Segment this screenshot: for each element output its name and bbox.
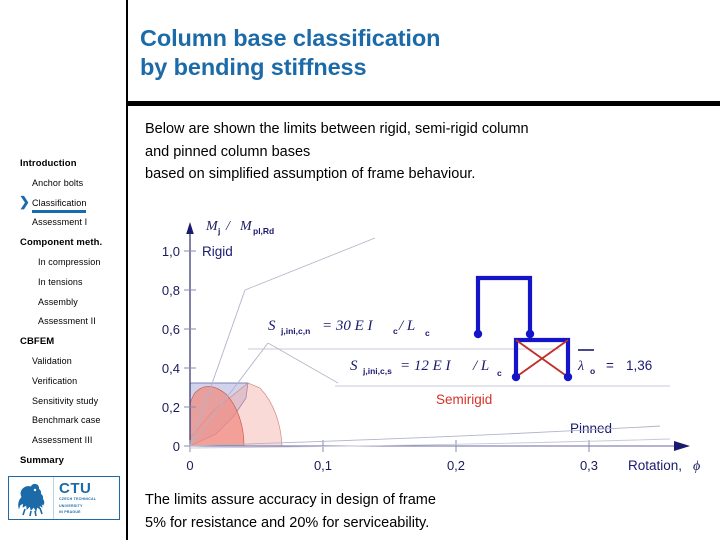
intro-line2: and pinned column bases (145, 143, 311, 160)
sway-frame-pin-right (525, 329, 535, 339)
y-tick-label: 0,8 (162, 283, 180, 298)
logo-subtitle-line1: CZECH TECHNICAL (59, 497, 97, 502)
x-tick-label: 0,2 (447, 458, 465, 473)
y-tick-label: 0,4 (162, 361, 180, 376)
x-tick-label: 0 (186, 458, 193, 473)
logo-acronym: CTU (59, 479, 92, 497)
formula-tail-sub-2: c (497, 368, 502, 378)
chevron-right-icon: ❯ (19, 193, 30, 209)
sidebar-item-verification[interactable]: Verification (0, 370, 126, 390)
sidebar-item-label: Summary (20, 454, 64, 466)
zone-label-pinned: Pinned (570, 421, 612, 436)
intro-text: Below are shown the limits between rigid… (145, 118, 705, 186)
conclusion-line1: The limits assure accuracy in design of … (145, 492, 436, 508)
sidebar-item-sensitivity-study[interactable]: Sensitivity study (0, 390, 126, 410)
sidebar-item-validation[interactable]: Validation (0, 350, 126, 370)
x-tick-label: 0,1 (314, 458, 332, 473)
conclusion-text: The limits assure accuracy in design of … (145, 489, 705, 534)
formula-tail-2: / L (472, 358, 489, 374)
formula-sway: S j,ini,c,n = 30 E I c / L c (268, 318, 430, 338)
page-title-line2: by bending stiffness (140, 54, 367, 80)
page-title: Column base classification by bending st… (140, 24, 700, 82)
y-axis-label-m-sub: j (217, 226, 220, 236)
x-axis-label-symbol: ϕ (693, 459, 700, 474)
logo-subtitle-line2: UNIVERSITY (59, 503, 83, 508)
y-axis-label-sep: / (225, 219, 231, 234)
intro-line3: based on simplified assumption of frame … (145, 166, 476, 182)
sidebar-item-benchmark-case[interactable]: Benchmark case (0, 409, 126, 429)
logo-text-block: CTU CZECH TECHNICAL UNIVERSITY IN PRAGUE (54, 481, 96, 515)
formula-braced: S j,ini,c,s = 12 E I / L c (350, 358, 502, 378)
sidebar-item-in-compression[interactable]: In compression (0, 251, 126, 271)
y-tick-label: 0,2 (162, 400, 180, 415)
formula-rest-2: = 12 E I (400, 358, 452, 374)
x-axis-arrow (674, 441, 690, 451)
x-axis-tick-labels: 0 0,1 0,2 0,3 (186, 458, 598, 473)
lambda-value: 1,36 (626, 358, 652, 373)
y-axis-label-den: M (239, 219, 253, 234)
y-axis-label-den-sub: pl,Rd (253, 226, 274, 236)
lambda-symbol: λ (577, 359, 584, 374)
sidebar-item-cbfem[interactable]: CBFEM (0, 330, 126, 350)
lambda-subscript: o (590, 366, 595, 376)
zone-label-rigid: Rigid (202, 244, 233, 259)
sidebar-item-label: Classification (32, 196, 87, 213)
sidebar-item-introduction[interactable]: Introduction (0, 152, 126, 172)
y-axis-label: M j / M pl,Rd (205, 219, 274, 236)
sidebar-item-assembly[interactable]: Assembly (0, 291, 126, 311)
intro-line1: Below are shown the limits between rigid… (145, 121, 529, 137)
formula-sub-1: j,ini,c,n (280, 326, 310, 336)
x-tick-label: 0,3 (580, 458, 598, 473)
conclusion-line2: 5% for resistance and 20% for serviceabi… (145, 514, 430, 531)
formula-rest-1: = 30 E I (322, 318, 374, 334)
leader-line-top (244, 237, 376, 291)
braced-frame-icon (511, 337, 573, 382)
formula-tail-sub-1: c (425, 328, 430, 338)
formula-sub-2: j,ini,c,s (362, 366, 392, 376)
classification-chart: 0 0,2 0,4 0,6 0,8 1,0 0 0,1 0,2 0,3 Rota… (150, 198, 720, 483)
lion-emblem-icon (9, 477, 54, 519)
y-axis-arrow (186, 222, 194, 234)
sway-frame-icon (475, 275, 533, 337)
y-tick-label: 0 (173, 439, 180, 454)
x-axis-label: Rotation, ϕ (628, 458, 700, 474)
sidebar-item-assessment-i[interactable]: Assessment I (0, 211, 126, 231)
page-title-line1: Column base classification (140, 25, 441, 51)
sidebar-item-anchor-bolts[interactable]: Anchor bolts (0, 172, 126, 192)
sidebar-item-classification[interactable]: ❯ Classification (0, 192, 126, 213)
logo-subtitle-line3: IN PRAGUE (59, 510, 81, 515)
formula-rest-sub-1: c (393, 326, 398, 336)
zone-label-semirigid: Semirigid (436, 392, 492, 407)
formula-tail-1: / L (398, 318, 415, 334)
slenderness-annotation: λ o = 1,36 (577, 349, 652, 376)
y-axis-tick-labels: 0 0,2 0,4 0,6 0,8 1,0 (162, 244, 180, 454)
sidebar-item-assessment-ii[interactable]: Assessment II (0, 310, 126, 330)
sway-frame-pin-left (473, 329, 483, 339)
sidebar-item-summary[interactable]: Summary (0, 449, 126, 469)
x-axis-label-text: Rotation, (628, 458, 682, 473)
sidebar: Introduction Anchor bolts ❯ Classificati… (0, 0, 128, 540)
y-tick-label: 1,0 (162, 244, 180, 259)
formula-s-2: S (350, 358, 358, 374)
ctu-logo: CTU CZECH TECHNICAL UNIVERSITY IN PRAGUE (8, 476, 120, 520)
sidebar-item-assessment-iii[interactable]: Assessment III (0, 429, 126, 449)
title-divider (128, 101, 720, 106)
y-tick-label: 0,6 (162, 322, 180, 337)
sidebar-item-in-tensions[interactable]: In tensions (0, 271, 126, 291)
sidebar-item-component-meth[interactable]: Component meth. (0, 231, 126, 251)
y-axis-label-m: M (205, 219, 219, 234)
lambda-equals: = (606, 358, 614, 373)
sidebar-nav: Introduction Anchor bolts ❯ Classificati… (0, 152, 126, 469)
formula-s-1: S (268, 318, 276, 334)
